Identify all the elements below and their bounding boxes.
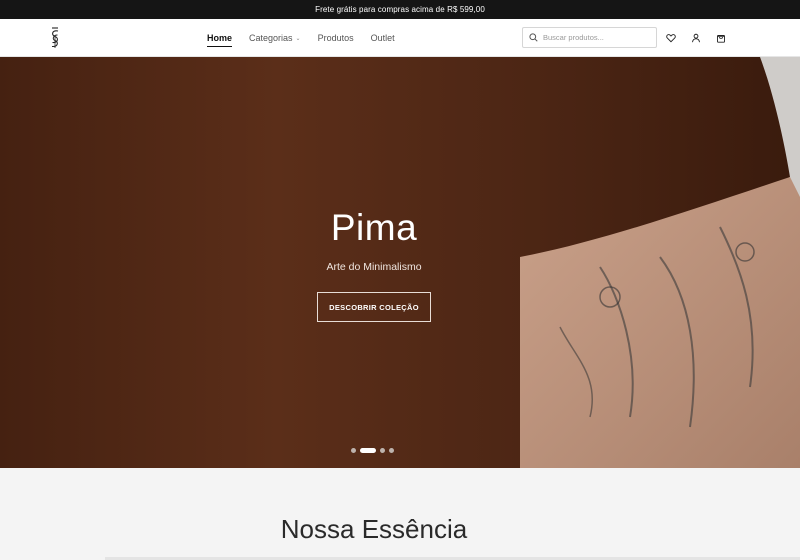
carousel-dot-1[interactable] (351, 448, 356, 453)
essence-section: Nossa Essência (0, 468, 800, 560)
nav-produtos-label: Produtos (317, 33, 354, 43)
announcement-bar: Frete grátis para compras acima de R$ 59… (0, 0, 800, 19)
brand-logo[interactable] (46, 26, 64, 50)
search-icon[interactable] (529, 33, 538, 42)
carousel-indicators (351, 448, 398, 453)
brand-monogram-icon (51, 27, 59, 48)
nav-outlet-label: Outlet (370, 33, 395, 43)
user-icon[interactable] (689, 31, 703, 45)
section-title: Nossa Essência (280, 514, 468, 544)
nav-categorias[interactable]: Categorias ⌄ (249, 19, 301, 57)
chevron-down-icon: ⌄ (295, 35, 301, 42)
hero-title: Pima (330, 207, 418, 248)
nav-outlet[interactable]: Outlet (371, 19, 395, 57)
hero-subtitle: Arte do Minimalismo (326, 261, 422, 273)
announcement-text: Frete grátis para compras acima de R$ 59… (315, 5, 485, 14)
shopping-bag-icon[interactable] (714, 31, 728, 45)
carousel-dot-2[interactable] (360, 448, 376, 453)
search-box (522, 27, 657, 48)
nav-produtos[interactable]: Produtos (318, 19, 354, 57)
search-input[interactable] (543, 33, 653, 42)
nav-home[interactable]: Home (207, 19, 233, 57)
discover-collection-button[interactable]: DESCOBRIR COLEÇÃO (317, 292, 431, 322)
heart-icon[interactable] (664, 31, 678, 45)
site-header: Home Categorias ⌄ Produtos Outlet (0, 19, 800, 57)
nav-categorias-label: Categorias (249, 33, 293, 43)
main-nav: Home Categorias ⌄ Produtos Outlet (207, 19, 412, 57)
nav-home-label: Home (207, 33, 233, 43)
carousel-dot-4[interactable] (389, 448, 394, 453)
carousel-dot-3[interactable] (380, 448, 385, 453)
hero-carousel: Pima Arte do Minimalismo DESCOBRIR COLEÇ… (0, 57, 800, 468)
